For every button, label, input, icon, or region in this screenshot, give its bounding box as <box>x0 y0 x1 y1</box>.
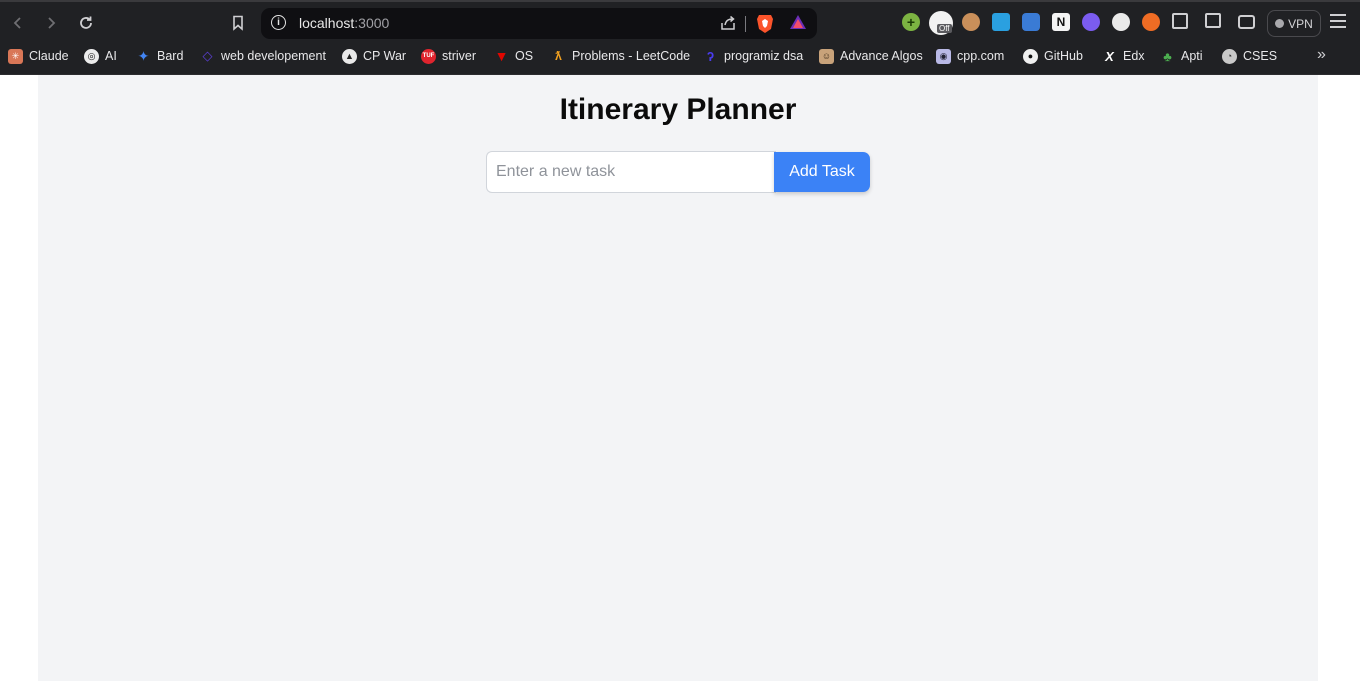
crosshair-extension-icon[interactable] <box>1142 13 1160 31</box>
new-task-input[interactable] <box>486 151 776 193</box>
apti-icon: ♣ <box>1163 48 1172 64</box>
tuf-icon: TUF <box>421 48 436 64</box>
openai-icon: ◎ <box>84 48 99 64</box>
bard-icon: ✦ <box>137 47 150 64</box>
bookmark-claude[interactable]: ✳ Claude <box>8 48 69 64</box>
bookmark-programiz-dsa[interactable]: ʔ programiz dsa <box>703 48 803 64</box>
page-title: Itinerary Planner <box>559 93 797 126</box>
share-icon[interactable] <box>719 14 737 37</box>
vpn-button[interactable]: VPN <box>1267 10 1321 37</box>
bookmark-bard[interactable]: ✦ Bard <box>136 47 184 64</box>
claude-icon: ✳ <box>8 48 23 64</box>
notion-icon[interactable]: N <box>1052 13 1070 31</box>
vpn-status-icon <box>1275 19 1285 28</box>
extensions-puzzle-icon[interactable] <box>1172 13 1188 29</box>
extension-off-badge: Off <box>937 24 952 33</box>
app-page: Itinerary Planner Add Task <box>38 75 1318 681</box>
menu-icon[interactable] <box>1330 14 1346 30</box>
bookmark-label: cpp.com <box>957 49 1005 63</box>
back-icon[interactable] <box>6 11 30 35</box>
algos-icon: ☺ <box>819 48 834 64</box>
screen-extension-icon[interactable] <box>1022 13 1040 31</box>
cses-icon: ◔ <box>1222 48 1237 64</box>
edx-icon: X <box>1105 48 1114 64</box>
bookmark-label: Advance Algos <box>840 49 923 63</box>
bookmark-cp-war[interactable]: ▲ CP War <box>342 48 406 64</box>
bookmark-leetcode[interactable]: ƛ Problems - LeetCode <box>551 48 690 64</box>
bookmark-label: Edx <box>1123 49 1145 63</box>
cpp-icon: ◉ <box>936 48 951 64</box>
bookmark-apti[interactable]: ♣ Apti <box>1160 48 1203 64</box>
bookmark-label: Bard <box>157 49 184 63</box>
add-extension-icon[interactable]: + <box>902 13 920 31</box>
bookmark-advance-algos[interactable]: ☺ Advance Algos <box>819 48 923 64</box>
bookmark-label: Apti <box>1181 49 1203 63</box>
bookmark-os[interactable]: ▼ OS <box>494 48 534 64</box>
wallet-icon[interactable] <box>1238 15 1255 29</box>
bookmark-edx[interactable]: X Edx <box>1102 48 1145 64</box>
bookmark-label: GitHub <box>1044 49 1083 63</box>
os-icon: ▼ <box>494 48 509 64</box>
bookmark-label: AI <box>105 49 117 63</box>
bookmark-label: web developement <box>221 49 326 63</box>
url-text: localhost:3000 <box>299 15 390 31</box>
divider <box>745 16 746 32</box>
site-info-icon[interactable]: i <box>271 15 286 30</box>
sidebar-toggle-icon[interactable] <box>1205 13 1221 28</box>
bookmark-label: programiz dsa <box>724 49 804 63</box>
flame-extension-icon[interactable] <box>1082 13 1100 31</box>
pin-extension-icon[interactable] <box>992 13 1010 31</box>
toggle-extension-icon[interactable]: Off <box>929 11 953 35</box>
bookmark-icon[interactable] <box>226 11 250 35</box>
bookmark-github[interactable]: ● GitHub <box>1023 48 1083 64</box>
owl-extension-icon[interactable] <box>962 13 980 31</box>
address-bar[interactable]: i localhost:3000 <box>261 8 817 39</box>
bookmark-web-developement[interactable]: ◇ web developement <box>200 48 326 64</box>
reload-icon[interactable] <box>74 11 98 35</box>
github-icon: ● <box>1023 48 1038 64</box>
browser-toolbar: i localhost:3000 + Off N VPN <box>0 0 1360 43</box>
bookmark-label: Claude <box>29 49 69 63</box>
bookmark-ai[interactable]: ◎ AI <box>84 48 117 64</box>
brave-shields-icon[interactable] <box>755 13 775 39</box>
bookmark-cses[interactable]: ◔ CSES <box>1222 48 1277 64</box>
vpn-label: VPN <box>1288 16 1313 31</box>
bookmark-label: CSES <box>1243 49 1278 63</box>
brave-rewards-icon[interactable] <box>789 14 807 36</box>
leetcode-icon: ƛ <box>555 49 562 63</box>
bookmark-label: Problems - LeetCode <box>572 49 691 63</box>
more-bookmarks-icon[interactable]: » <box>1317 46 1326 64</box>
bookmark-label: striver <box>442 49 477 63</box>
programiz-icon: ʔ <box>706 48 715 64</box>
code-icon: ◇ <box>202 48 213 63</box>
panda-extension-icon[interactable] <box>1112 13 1130 31</box>
bookmark-label: CP War <box>363 49 407 63</box>
bookmark-label: OS <box>515 49 534 63</box>
bookmark-striver[interactable]: TUF striver <box>421 48 476 64</box>
cp-war-icon: ▲ <box>342 48 357 64</box>
bookmark-cpp-com[interactable]: ◉ cpp.com <box>936 48 1004 64</box>
add-task-button[interactable]: Add Task <box>774 152 870 192</box>
forward-icon[interactable] <box>39 11 63 35</box>
